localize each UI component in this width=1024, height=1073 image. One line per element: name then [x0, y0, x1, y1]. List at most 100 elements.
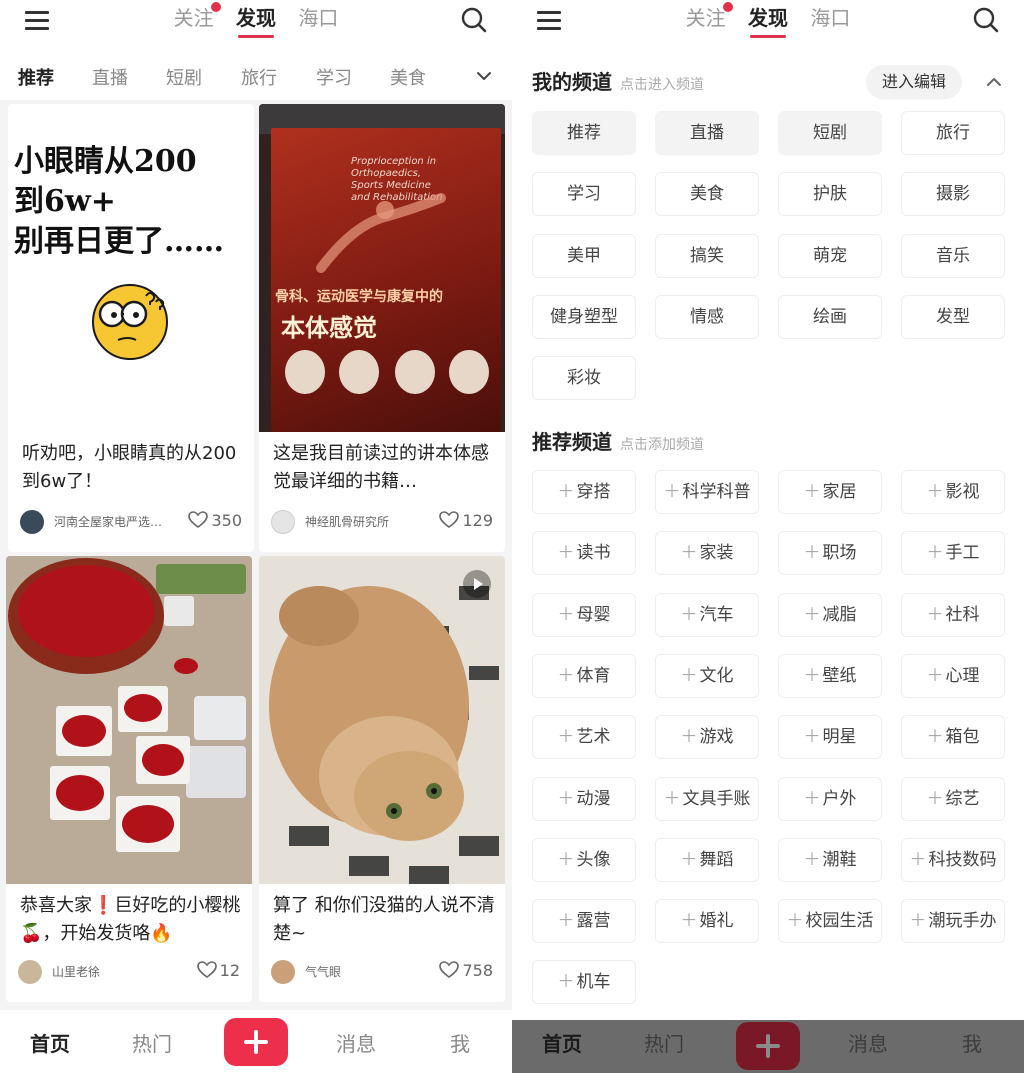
- add-channel-chip[interactable]: ＋职场: [778, 531, 882, 575]
- add-channel-chip[interactable]: ＋动漫: [532, 777, 636, 821]
- add-channel-chip[interactable]: ＋心理: [901, 654, 1005, 698]
- chip-label: 壁纸: [822, 666, 857, 686]
- search-icon[interactable]: [460, 6, 488, 34]
- nav-hot[interactable]: 热门: [644, 1028, 684, 1057]
- nav-messages[interactable]: 消息: [336, 1028, 376, 1057]
- channel-chip[interactable]: 直播: [655, 111, 759, 155]
- channel-chip[interactable]: 健身塑型: [532, 295, 636, 339]
- nav-home[interactable]: 首页: [542, 1028, 582, 1057]
- channel-chip[interactable]: 护肤: [778, 172, 882, 216]
- add-channel-chip[interactable]: ＋科学科普: [655, 470, 759, 514]
- avatar[interactable]: [18, 960, 42, 984]
- feed-card[interactable]: Proprioception in Orthopaedics, Sports M…: [259, 104, 505, 552]
- nav-home[interactable]: 首页: [30, 1028, 70, 1057]
- channel-tab-live[interactable]: 直播: [92, 64, 128, 90]
- avatar[interactable]: [20, 510, 44, 534]
- like-count[interactable]: 350: [188, 511, 242, 530]
- add-channel-chip[interactable]: ＋艺术: [532, 715, 636, 759]
- plus-icon: ＋: [786, 911, 804, 931]
- add-channel-chip[interactable]: ＋舞蹈: [655, 838, 759, 882]
- add-channel-chip[interactable]: ＋读书: [532, 531, 636, 575]
- tab-location[interactable]: 海口: [298, 4, 338, 40]
- channel-chip[interactable]: 摄影: [901, 172, 1005, 216]
- add-channel-chip[interactable]: ＋穿搭: [532, 470, 636, 514]
- top-nav: 关注 发现 海口: [512, 0, 1024, 48]
- channel-tab-recommend[interactable]: 推荐: [18, 64, 54, 90]
- add-channel-chip[interactable]: ＋户外: [778, 777, 882, 821]
- channel-chip[interactable]: 推荐: [532, 111, 636, 155]
- feed-card[interactable]: 算了 和你们没猫的人说不清楚~ 气气眼 758: [259, 556, 505, 1002]
- add-channel-chip[interactable]: ＋手工: [901, 531, 1005, 575]
- add-channel-chip[interactable]: ＋影视: [901, 470, 1005, 514]
- add-channel-chip[interactable]: ＋箱包: [901, 715, 1005, 759]
- add-channel-chip[interactable]: ＋婚礼: [655, 899, 759, 943]
- channel-chip[interactable]: 萌宠: [778, 234, 882, 278]
- channel-chip[interactable]: 情感: [655, 295, 759, 339]
- nav-messages[interactable]: 消息: [848, 1028, 888, 1057]
- add-channel-chip[interactable]: ＋明星: [778, 715, 882, 759]
- chip-label: 体育: [576, 666, 611, 686]
- add-channel-chip[interactable]: ＋游戏: [655, 715, 759, 759]
- chevron-down-icon[interactable]: [474, 66, 494, 86]
- tab-discover[interactable]: 发现: [236, 4, 276, 40]
- like-count[interactable]: 758: [439, 961, 493, 980]
- author-name[interactable]: 山里老徐: [52, 963, 100, 980]
- channel-chip[interactable]: 学习: [532, 172, 636, 216]
- add-channel-chip[interactable]: ＋文化: [655, 654, 759, 698]
- avatar[interactable]: [271, 960, 295, 984]
- tab-following[interactable]: 关注: [174, 2, 221, 40]
- add-channel-chip[interactable]: ＋机车: [532, 960, 636, 1004]
- channel-chip[interactable]: 短剧: [778, 111, 882, 155]
- author-name[interactable]: 河南全屋家电严选…: [54, 513, 162, 530]
- tab-discover[interactable]: 发现: [748, 4, 788, 40]
- add-channel-chip[interactable]: ＋壁纸: [778, 654, 882, 698]
- add-channel-chip[interactable]: ＋潮鞋: [778, 838, 882, 882]
- add-channel-chip[interactable]: ＋头像: [532, 838, 636, 882]
- nav-hot[interactable]: 热门: [132, 1028, 172, 1057]
- channel-chip[interactable]: 音乐: [901, 234, 1005, 278]
- channel-tab-food[interactable]: 美食: [390, 64, 426, 90]
- add-channel-chip[interactable]: ＋母婴: [532, 593, 636, 637]
- channel-tab-travel[interactable]: 旅行: [241, 64, 277, 90]
- chip-label: 婚礼: [699, 911, 734, 931]
- heart-icon: [188, 511, 209, 528]
- author-name[interactable]: 神经肌骨研究所: [305, 513, 389, 530]
- author-name[interactable]: 气气眼: [305, 963, 341, 980]
- add-channel-chip[interactable]: ＋社科: [901, 593, 1005, 637]
- feed-card[interactable]: 小眼睛从200 到6w+ 别再日更了…… 听劝吧，小眼睛真的从200到6w了！: [8, 104, 254, 552]
- channel-chip[interactable]: 发型: [901, 295, 1005, 339]
- tab-following[interactable]: 关注: [686, 2, 733, 40]
- feed-card[interactable]: 恭喜大家❗️巨好吃的小樱桃🍒，开始发货咯🔥 山里老徐 12: [6, 556, 252, 1002]
- add-channel-chip[interactable]: ＋露营: [532, 899, 636, 943]
- add-channel-chip[interactable]: ＋潮玩手办: [901, 899, 1005, 943]
- add-channel-chip[interactable]: ＋科技数码: [901, 838, 1005, 882]
- channel-chip[interactable]: 美甲: [532, 234, 636, 278]
- channel-chip[interactable]: 彩妆: [532, 356, 636, 400]
- chevron-up-icon[interactable]: [982, 70, 1006, 94]
- nav-me[interactable]: 我: [450, 1028, 470, 1057]
- add-post-button[interactable]: [224, 1018, 288, 1066]
- tab-location[interactable]: 海口: [810, 4, 850, 40]
- add-channel-chip[interactable]: ＋汽车: [655, 593, 759, 637]
- add-channel-chip[interactable]: ＋体育: [532, 654, 636, 698]
- add-channel-chip[interactable]: ＋家装: [655, 531, 759, 575]
- chip-label: 读书: [576, 543, 611, 563]
- channel-tab-study[interactable]: 学习: [316, 64, 352, 90]
- edit-channels-button[interactable]: 进入编辑: [866, 65, 962, 99]
- like-count[interactable]: 12: [196, 961, 240, 980]
- channel-chip[interactable]: 旅行: [901, 111, 1005, 155]
- add-post-button[interactable]: [736, 1022, 800, 1070]
- nav-me[interactable]: 我: [962, 1028, 982, 1057]
- avatar[interactable]: [271, 510, 295, 534]
- add-channel-chip[interactable]: ＋文具手账: [655, 777, 759, 821]
- add-channel-chip[interactable]: ＋减脂: [778, 593, 882, 637]
- add-channel-chip[interactable]: ＋综艺: [901, 777, 1005, 821]
- channel-chip[interactable]: 搞笑: [655, 234, 759, 278]
- search-icon[interactable]: [972, 6, 1000, 34]
- channel-chip[interactable]: 美食: [655, 172, 759, 216]
- channel-tab-drama[interactable]: 短剧: [166, 64, 202, 90]
- add-channel-chip[interactable]: ＋校园生活: [778, 899, 882, 943]
- add-channel-chip[interactable]: ＋家居: [778, 470, 882, 514]
- channel-chip[interactable]: 绘画: [778, 295, 882, 339]
- like-count[interactable]: 129: [439, 511, 493, 530]
